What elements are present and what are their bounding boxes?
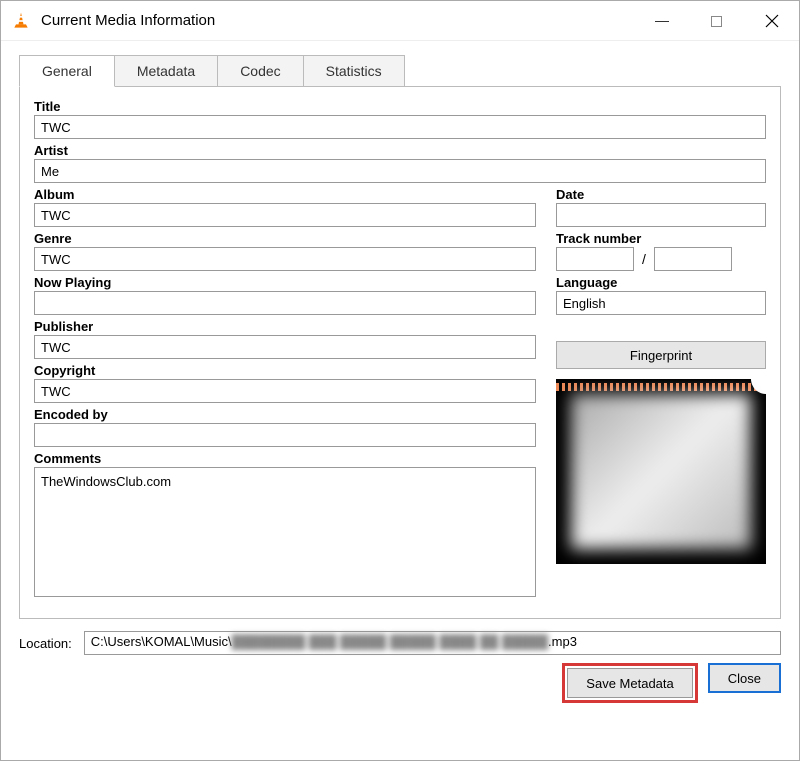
- tab-content-general: Title Artist Album Genre: [19, 86, 781, 619]
- artist-label: Artist: [34, 143, 766, 158]
- copyright-label: Copyright: [34, 363, 536, 378]
- footer: Location: C:\Users\KOMAL\Music\████████ …: [1, 619, 799, 715]
- date-input[interactable]: [556, 203, 766, 227]
- now-playing-input[interactable]: [34, 291, 536, 315]
- cover-art-corner: [751, 379, 766, 394]
- cover-art-image: [571, 394, 751, 549]
- save-metadata-highlight: Save Metadata: [562, 663, 697, 703]
- titlebar: Current Media Information: [1, 1, 799, 41]
- date-label: Date: [556, 187, 766, 202]
- media-info-window: Current Media Information General Metada…: [0, 0, 800, 761]
- fingerprint-button[interactable]: Fingerprint: [556, 341, 766, 369]
- artist-input[interactable]: [34, 159, 766, 183]
- vlc-cone-icon: [11, 11, 31, 31]
- now-playing-label: Now Playing: [34, 275, 536, 290]
- publisher-input[interactable]: [34, 335, 536, 359]
- language-input[interactable]: [556, 291, 766, 315]
- title-input[interactable]: [34, 115, 766, 139]
- tab-metadata[interactable]: Metadata: [114, 55, 218, 86]
- window-controls: [634, 1, 799, 40]
- language-label: Language: [556, 275, 766, 290]
- location-path-prefix: C:\Users\KOMAL\Music\: [91, 634, 232, 649]
- track-number-label: Track number: [556, 231, 766, 246]
- track-separator: /: [640, 251, 648, 267]
- track-total-input[interactable]: [654, 247, 732, 271]
- tabs: General Metadata Codec Statistics: [19, 55, 781, 86]
- close-window-button[interactable]: [744, 1, 799, 41]
- copyright-input[interactable]: [34, 379, 536, 403]
- location-input[interactable]: C:\Users\KOMAL\Music\████████ ███ █████ …: [84, 631, 781, 655]
- close-button[interactable]: Close: [708, 663, 781, 693]
- album-input[interactable]: [34, 203, 536, 227]
- encoded-by-label: Encoded by: [34, 407, 536, 422]
- track-number-input[interactable]: [556, 247, 634, 271]
- tab-codec[interactable]: Codec: [217, 55, 303, 86]
- window-title: Current Media Information: [41, 12, 634, 29]
- cover-art-decoration: [556, 383, 766, 391]
- genre-label: Genre: [34, 231, 536, 246]
- tab-statistics[interactable]: Statistics: [303, 55, 405, 86]
- location-row: Location: C:\Users\KOMAL\Music\████████ …: [19, 631, 781, 655]
- maximize-button[interactable]: [689, 1, 744, 41]
- location-path-redacted: ████████ ███ █████ █████ ████ ██ █████: [232, 634, 548, 649]
- tab-general[interactable]: General: [19, 55, 115, 87]
- footer-buttons: Save Metadata Close: [19, 663, 781, 703]
- title-label: Title: [34, 99, 766, 114]
- comments-input[interactable]: [34, 467, 536, 597]
- minimize-button[interactable]: [634, 1, 689, 41]
- tab-area: General Metadata Codec Statistics Title …: [1, 41, 799, 619]
- location-label: Location:: [19, 636, 72, 651]
- encoded-by-input[interactable]: [34, 423, 536, 447]
- close-icon: [765, 14, 779, 28]
- cover-art: [556, 379, 766, 564]
- album-label: Album: [34, 187, 536, 202]
- comments-label: Comments: [34, 451, 536, 466]
- location-path-suffix: .mp3: [548, 634, 577, 649]
- genre-input[interactable]: [34, 247, 536, 271]
- save-metadata-button[interactable]: Save Metadata: [567, 668, 692, 698]
- publisher-label: Publisher: [34, 319, 536, 334]
